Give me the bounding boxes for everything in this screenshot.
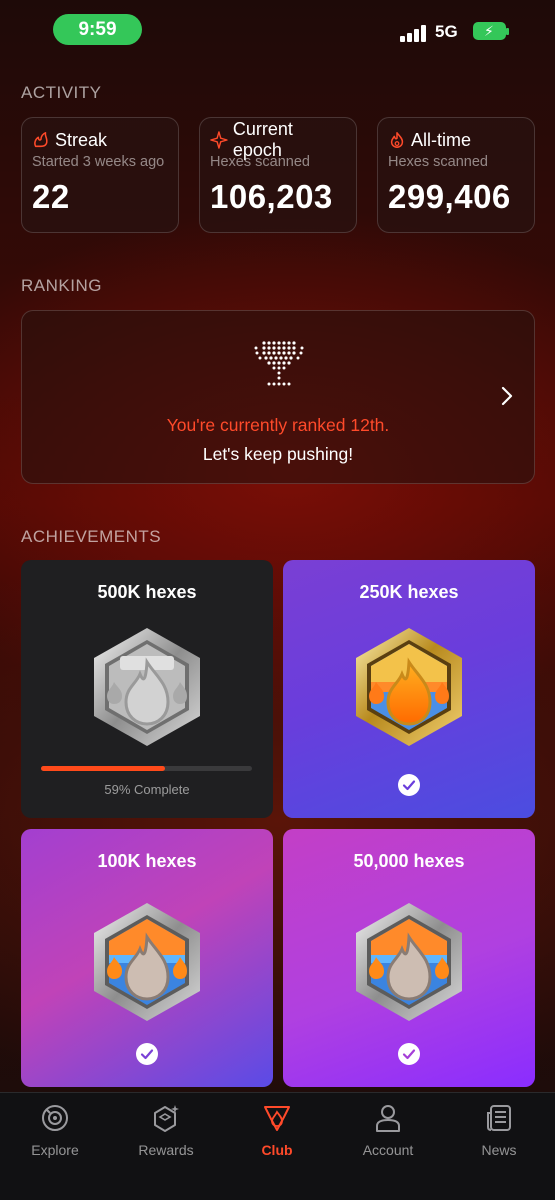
progress-bar [41, 766, 252, 771]
account-icon [376, 1105, 400, 1132]
achievement-title: 250K hexes [359, 582, 459, 602]
stat-value: 22 [32, 178, 70, 215]
trophy-icon [254, 341, 304, 386]
status-bar: 9:59 5G ⚡ [0, 0, 555, 60]
silver-hex-flame-badge-icon [94, 903, 200, 1021]
completed-check-icon [398, 1043, 420, 1065]
rewards-icon [154, 1105, 179, 1132]
gold-hex-flame-badge-icon [356, 628, 462, 746]
rank-encouragement: Let's keep pushing! [202, 444, 354, 464]
achievement-card-250k[interactable]: 250K hexes [283, 560, 535, 818]
news-icon [487, 1105, 511, 1131]
explore-icon [42, 1105, 68, 1131]
achievement-title: 500K hexes [97, 582, 197, 602]
tab-news[interactable]: News [454, 1103, 544, 1158]
rank-text: You're currently ranked 12th. [166, 415, 390, 435]
completed-check-icon [398, 774, 420, 796]
current-epoch-card[interactable]: Current epoch Hexes scanned 106,203 [199, 117, 357, 233]
achievement-card-500k[interactable]: 500K hexes 59% Complete [21, 560, 273, 818]
progress-fill [41, 766, 166, 771]
ranking-card[interactable]: You're currently ranked 12th. Let's keep… [21, 310, 535, 484]
status-time: 9:59 [53, 14, 142, 45]
stat-subtitle: Started 3 weeks ago [32, 154, 165, 170]
stat-value: 106,203 [210, 178, 333, 215]
achievement-card-50000[interactable]: 50,000 hexes [283, 829, 535, 1087]
tab-explore[interactable]: Explore [10, 1103, 100, 1158]
streak-flame-icon [34, 132, 48, 148]
sparkle-icon [210, 131, 228, 149]
activity-section-title: ACTIVITY [21, 83, 102, 102]
achievements-section-title: ACHIEVEMENTS [21, 527, 162, 546]
tab-label: News [481, 1142, 517, 1158]
tab-account[interactable]: Account [343, 1103, 433, 1158]
stat-value: 299,406 [388, 178, 511, 215]
stat-title: Streak [55, 129, 108, 150]
achievement-title: 100K hexes [97, 851, 197, 871]
stat-title: All-time [411, 129, 472, 150]
tab-label: Rewards [138, 1142, 194, 1158]
tab-club[interactable]: Club [232, 1103, 322, 1158]
club-icon [264, 1106, 290, 1131]
tab-label: Explore [31, 1142, 79, 1158]
achievement-title: 50,000 hexes [353, 851, 465, 871]
flame-icon [390, 132, 404, 148]
tab-label: Account [362, 1142, 414, 1158]
silver-hex-flame-badge-icon [356, 903, 462, 1021]
tab-label: Club [261, 1142, 293, 1158]
achievement-card-100k[interactable]: 100K hexes [21, 829, 273, 1087]
all-time-card[interactable]: All-time Hexes scanned 299,406 [377, 117, 535, 233]
completed-check-icon [136, 1043, 158, 1065]
battery-icon: ⚡ [473, 22, 509, 40]
silver-hex-flame-badge-icon [94, 628, 200, 746]
signal-icon [400, 24, 426, 42]
network-label: 5G [435, 22, 458, 41]
tab-bar: Explore Rewards Club Account News [0, 1092, 555, 1200]
streak-card[interactable]: Streak Started 3 weeks ago 22 [21, 117, 179, 233]
stat-subtitle: Hexes scanned [388, 154, 488, 170]
chevron-right-icon[interactable] [500, 385, 514, 407]
tab-rewards[interactable]: Rewards [121, 1103, 211, 1158]
progress-label: 59% Complete [104, 782, 190, 797]
ranking-section-title: RANKING [21, 276, 102, 295]
